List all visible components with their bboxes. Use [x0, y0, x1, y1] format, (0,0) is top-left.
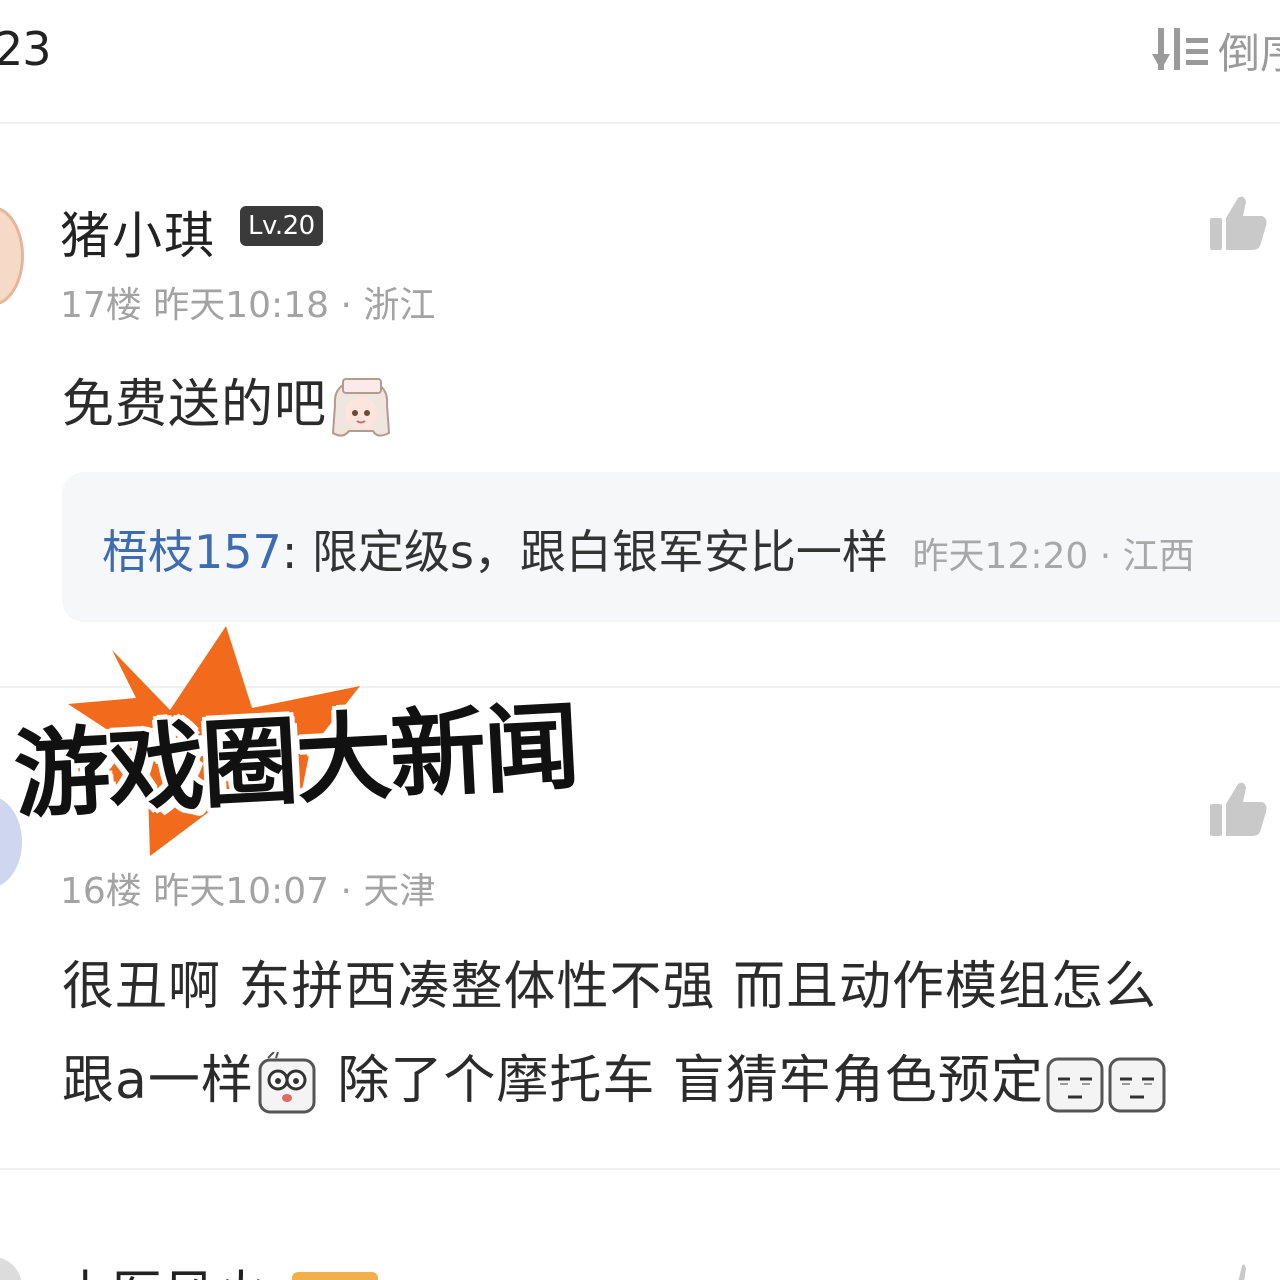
comment-username[interactable]: 猪小琪	[60, 196, 216, 268]
comment-username[interactable]: 小医风火	[60, 1254, 268, 1280]
sort-order-icon	[1152, 28, 1208, 70]
sort-toggle[interactable]: 倒序	[1152, 22, 1280, 78]
reply-username[interactable]: 梧枝157	[102, 525, 282, 579]
comment-text: 免费送的吧	[62, 362, 397, 441]
reply-box[interactable]: 梧枝157: 限定级s，跟白银军安比一样 昨天12:20 · 江西	[62, 472, 1280, 622]
level-badge: Lv.20	[240, 206, 323, 246]
comment-count: 23	[0, 22, 52, 76]
reply-meta: 昨天12:20 · 江西	[912, 536, 1195, 577]
comment-meta: 17楼 昨天10:18 · 浙江	[60, 285, 436, 326]
cartoon-girl-emoji	[331, 378, 391, 437]
avatar[interactable]	[0, 206, 24, 306]
level-badge	[292, 1272, 378, 1280]
thumbs-up-icon[interactable]	[1208, 780, 1268, 838]
surprised-face-emoji	[258, 1052, 316, 1114]
comment-text-line-1: 很丑啊 东拼西凑整体性不强 而且动作模组怎么	[62, 957, 1158, 1017]
thumbs-up-icon[interactable]	[1208, 1262, 1268, 1280]
reply-separator: :	[281, 525, 298, 579]
reply-line: 梧枝157: 限定级s，跟白银军安比一样 昨天12:20 · 江西	[102, 516, 1195, 582]
thumbs-up-icon[interactable]	[1208, 194, 1268, 252]
speechless-face-emoji	[1108, 1057, 1166, 1113]
speechless-face-emoji	[1046, 1057, 1104, 1113]
reply-text: 限定级s，跟白银军安比一样	[311, 525, 888, 579]
sticker-title: 游戏圈大新闻	[11, 690, 581, 832]
avatar[interactable]	[0, 1256, 22, 1280]
news-sticker: 游戏圈大新闻	[0, 620, 700, 860]
divider	[0, 1168, 1280, 1170]
comments-header: 23 倒序	[0, 0, 1280, 124]
comment-meta: 16楼 昨天10:07 · 天津	[60, 871, 436, 912]
sort-label: 倒序	[1218, 28, 1280, 78]
comment-text-line-2: 跟a一样 除了个摩托车 盲猜牢角色预定	[62, 1038, 1168, 1116]
